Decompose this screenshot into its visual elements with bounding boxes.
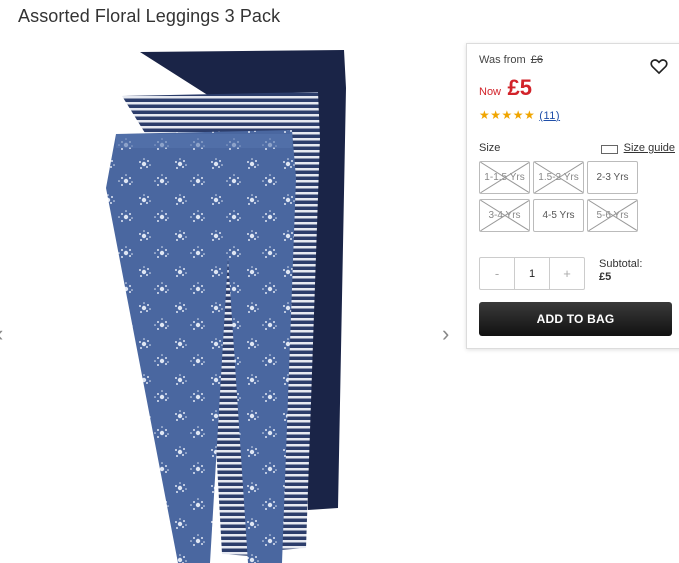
quantity-stepper: - 1 + [479, 257, 585, 290]
quantity-input[interactable]: 1 [514, 258, 550, 289]
add-to-bag-button[interactable]: ADD TO BAG [479, 302, 672, 336]
subtotal-value: £5 [599, 271, 612, 283]
size-guide-label: Size guide [623, 142, 675, 154]
size-option[interactable]: 4-5 Yrs [533, 199, 584, 232]
review-count: 11 [543, 110, 556, 122]
size-label: Size [479, 142, 501, 154]
product-image [106, 50, 346, 563]
product-title: Assorted Floral Leggings 3 Pack [18, 6, 281, 26]
size-option[interactable]: 1-1.5 Yrs [479, 161, 530, 194]
heart-icon[interactable] [649, 56, 669, 76]
was-label: Was from [479, 54, 526, 66]
star-rating: ★★★★★ (11) [479, 108, 560, 122]
was-price: £6 [530, 54, 543, 66]
size-option[interactable]: 2-3 Yrs [587, 161, 638, 194]
chevron-left-icon[interactable]: ‹ [0, 322, 12, 346]
subtotal: Subtotal: £5 [599, 258, 642, 284]
subtotal-label: Subtotal: [599, 258, 643, 270]
decrease-quantity-button[interactable]: - [480, 258, 514, 289]
size-guide-link[interactable]: Size guide [600, 142, 675, 154]
was-price-row: Was from £6 [479, 54, 543, 66]
purchase-panel: Was from £6 Now £5 ★★★★★ (11) Size Size g… [466, 43, 679, 349]
increase-quantity-button[interactable]: + [550, 258, 584, 289]
review-count-link[interactable]: (11) [539, 110, 560, 122]
now-price-row: Now £5 [479, 75, 532, 101]
now-label: Now [479, 86, 502, 98]
star-icons: ★★★★★ [479, 108, 536, 122]
now-price: £5 [507, 75, 532, 100]
size-option[interactable]: 3-4 Yrs [479, 199, 530, 232]
ruler-icon [600, 144, 618, 154]
chevron-right-icon[interactable]: › [442, 322, 458, 346]
size-option[interactable]: 5-6 Yrs [587, 199, 638, 232]
product-image-gallery: ‹ › [0, 40, 460, 563]
size-option[interactable]: 1.5-2 Yrs [533, 161, 584, 194]
